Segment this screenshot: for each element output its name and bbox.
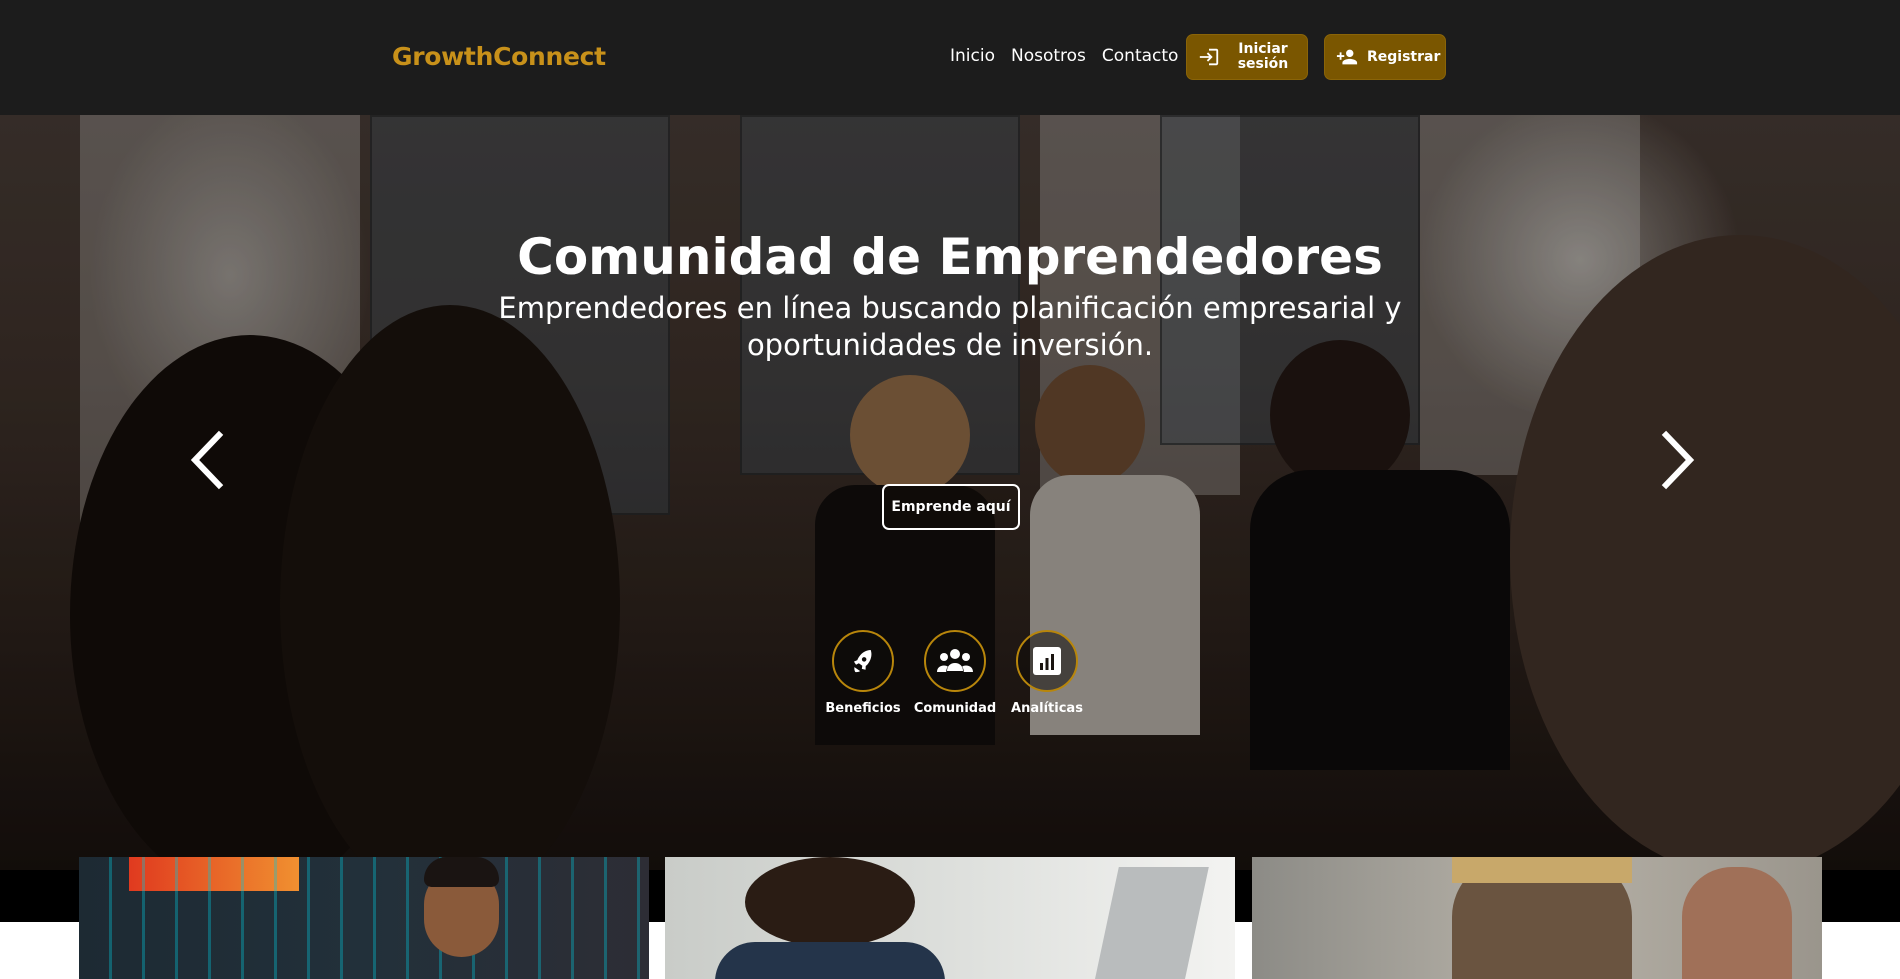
users-icon bbox=[924, 630, 986, 692]
person-jacket bbox=[715, 942, 945, 979]
register-button[interactable]: Registrar bbox=[1324, 34, 1446, 80]
carousel-next-arrow-icon[interactable] bbox=[1652, 425, 1702, 495]
brand-logo[interactable]: GrowthConnect bbox=[392, 42, 606, 71]
card-image-3[interactable] bbox=[1252, 857, 1822, 979]
cta-button[interactable]: Emprende aquí bbox=[882, 484, 1020, 530]
hero-carousel: Comunidad de Emprendedores Emprendedores… bbox=[0, 115, 1900, 870]
nav-nosotros[interactable]: Nosotros bbox=[1011, 46, 1086, 66]
feature-comunidad[interactable]: Comunidad bbox=[912, 630, 998, 716]
card-image-2[interactable] bbox=[665, 857, 1235, 979]
speaker-hair bbox=[424, 857, 499, 887]
hero-title: Comunidad de Emprendedores bbox=[517, 228, 1383, 286]
person-hat bbox=[1452, 857, 1632, 883]
feature-label: Comunidad bbox=[913, 701, 997, 716]
main-nav: Inicio Nosotros Contacto bbox=[950, 46, 1178, 66]
add-user-icon bbox=[1335, 45, 1359, 69]
nav-inicio[interactable]: Inicio bbox=[950, 46, 995, 66]
chart-icon bbox=[1016, 630, 1078, 692]
feature-label: Analíticas bbox=[1011, 701, 1083, 716]
rocket-icon bbox=[832, 630, 894, 692]
login-label: Iniciar sesión bbox=[1237, 41, 1289, 72]
hero-subtitle: Emprendedores en línea buscando planific… bbox=[498, 291, 1402, 362]
feature-label: Beneficios bbox=[825, 701, 901, 716]
carousel-prev-arrow-icon[interactable] bbox=[183, 425, 233, 495]
feature-beneficios[interactable]: Beneficios bbox=[820, 630, 906, 716]
nav-contacto[interactable]: Contacto bbox=[1102, 46, 1179, 66]
person-right bbox=[1682, 867, 1792, 979]
feature-analiticas[interactable]: Analíticas bbox=[1004, 630, 1090, 716]
feature-list: Beneficios Comunidad Analíticas bbox=[820, 630, 1090, 716]
stage-backdrop bbox=[79, 857, 649, 979]
login-button[interactable]: Iniciar sesión bbox=[1186, 34, 1308, 80]
top-navbar: GrowthConnect Inicio Nosotros Contacto I… bbox=[0, 0, 1900, 115]
person-hair bbox=[745, 857, 915, 947]
card-image-1[interactable] bbox=[79, 857, 649, 979]
register-label: Registrar bbox=[1367, 49, 1441, 65]
laptop-screen bbox=[1091, 867, 1209, 979]
login-icon bbox=[1197, 45, 1221, 69]
